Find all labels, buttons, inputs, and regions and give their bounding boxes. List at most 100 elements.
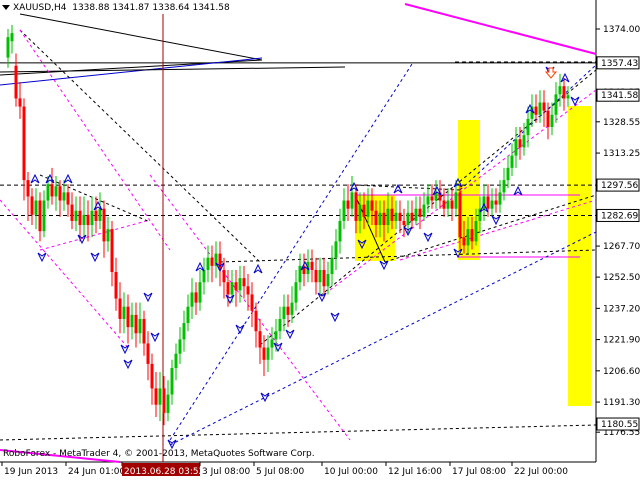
price-label: 1357.43: [601, 59, 638, 69]
candle-body: [242, 278, 246, 287]
candle-body: [502, 180, 506, 193]
candle-body: [366, 200, 370, 217]
candle-body: [58, 186, 62, 201]
candle-body: [298, 265, 302, 283]
candle-body: [474, 220, 478, 242]
candle-body: [550, 114, 554, 128]
candle-body: [518, 139, 522, 148]
candle-body: [386, 208, 390, 226]
candle-body: [486, 196, 490, 209]
candle-body: [546, 110, 550, 128]
candle-body: [334, 241, 338, 258]
candle-body: [294, 282, 298, 303]
candle-body: [206, 257, 210, 270]
dropdown-arrow-icon[interactable]: [2, 5, 10, 10]
candle-body: [162, 388, 166, 413]
candle-body: [566, 95, 570, 99]
candle-body: [410, 212, 414, 221]
candle-body: [146, 343, 150, 364]
candle-body: [234, 282, 238, 291]
candle-body: [418, 208, 422, 217]
candle-body: [398, 212, 402, 221]
candle-body: [110, 229, 114, 272]
time-tick-label: 19 Jun 2013: [4, 467, 58, 477]
candle-body: [462, 237, 466, 246]
candle-body: [426, 196, 430, 205]
candle-body: [430, 196, 434, 201]
candle-body: [90, 210, 94, 226]
candle-body: [178, 339, 182, 354]
candle-body: [274, 331, 278, 340]
candle-body: [370, 200, 374, 211]
candle-body: [138, 318, 142, 334]
price-tick-label: 1252.50: [603, 273, 640, 283]
price-tick-label: 1313.25: [603, 149, 640, 159]
candle-body: [70, 204, 74, 221]
candle-body: [74, 210, 78, 221]
candle-body: [322, 269, 326, 287]
candle-body: [78, 210, 82, 226]
candle-body: [402, 220, 406, 226]
candle-body: [490, 200, 494, 209]
candle-body: [126, 306, 130, 328]
candle-body: [66, 192, 70, 205]
candle-body: [22, 106, 26, 181]
candle-body: [374, 210, 378, 226]
candle-body: [510, 155, 514, 168]
candle-body: [338, 220, 342, 242]
candle-body: [526, 118, 530, 136]
candle-body: [226, 282, 230, 295]
candle-body: [454, 192, 458, 209]
price-tick-label: 1237.20: [603, 304, 640, 314]
candle-body: [94, 210, 98, 221]
candle-body: [346, 200, 350, 209]
candle-body: [186, 306, 190, 324]
candle-body: [498, 192, 502, 205]
candle-body: [378, 212, 382, 226]
candle-body: [202, 269, 206, 283]
candle-body: [34, 200, 38, 215]
price-label: 1297.56: [601, 181, 638, 191]
candle-body: [154, 388, 158, 405]
candle-body: [286, 306, 290, 315]
candle-body: [106, 229, 110, 242]
candle-body: [282, 306, 286, 319]
price-tick-label: 1221.90: [603, 336, 640, 346]
candle-body: [314, 269, 318, 283]
candle-body: [218, 253, 222, 270]
time-tick-label: 22 Jul 00:00: [514, 467, 568, 477]
copyright-label: RoboForex - MetaTrader 4, © 2001-2013, M…: [3, 449, 315, 459]
candle-body: [534, 106, 538, 115]
candle-body: [422, 204, 426, 217]
chart-header: XAUUSD,H4 1338.88 1341.87 1338.64 1341.5…: [2, 3, 230, 13]
candle-body: [542, 102, 546, 111]
price-tick-label: 1206.60: [603, 367, 640, 377]
candle-body: [350, 192, 354, 209]
price-tick-label: 1374.00: [603, 25, 640, 35]
candle-body: [158, 388, 162, 405]
candle-body: [150, 363, 154, 389]
candle-body: [382, 212, 386, 226]
candle-body: [362, 204, 366, 217]
candle-body: [514, 139, 518, 156]
candle-body: [38, 200, 42, 232]
candle-body: [358, 204, 362, 221]
candle-body: [46, 184, 50, 201]
candle-body: [102, 208, 106, 242]
candle-body: [238, 278, 242, 291]
candle-body: [494, 200, 498, 205]
candle-body: [194, 292, 198, 303]
time-tick-label: 3 Jul 08:00: [202, 467, 251, 477]
price-chart[interactable]: 1374.001343.251328.551313.251282.691267.…: [0, 0, 640, 480]
time-tick-label: 24 Jun 01:00: [68, 467, 125, 477]
ohlc-values: 1338.88 1341.87 1338.64 1341.58: [72, 3, 230, 13]
candle-body: [342, 200, 346, 221]
candle-body: [230, 282, 234, 295]
candle-body: [326, 274, 330, 287]
time-tick-label: 2013.06.28 03:52: [124, 467, 204, 477]
candle-body: [170, 367, 174, 395]
candle-body: [118, 298, 122, 319]
time-tick-label: 10 Jul 00:00: [324, 467, 378, 477]
candle-body: [554, 94, 558, 115]
candle-body: [250, 294, 254, 311]
